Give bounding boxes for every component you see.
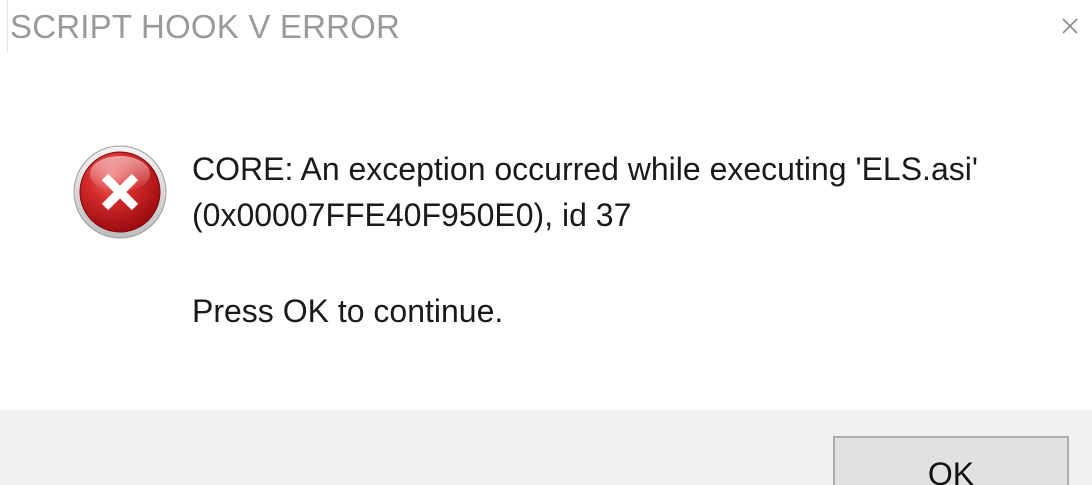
- ok-button[interactable]: OK: [833, 436, 1069, 485]
- error-message: CORE: An exception occurred while execut…: [192, 146, 978, 238]
- close-button[interactable]: [1048, 0, 1092, 52]
- error-message-line1: CORE: An exception occurred while execut…: [192, 151, 978, 187]
- button-bar: OK: [0, 410, 1092, 485]
- window-title: SCRIPT HOOK V ERROR: [10, 8, 401, 45]
- error-dialog: SCRIPT HOOK V ERROR CORE: An exception o…: [0, 0, 1092, 485]
- continue-prompt: Press OK to continue.: [192, 293, 504, 329]
- error-message-line2: (0x00007FFE40F950E0), id 37: [192, 197, 632, 233]
- error-icon: [72, 144, 168, 240]
- dialog-content: CORE: An exception occurred while execut…: [0, 52, 1092, 410]
- close-icon: [1062, 18, 1078, 34]
